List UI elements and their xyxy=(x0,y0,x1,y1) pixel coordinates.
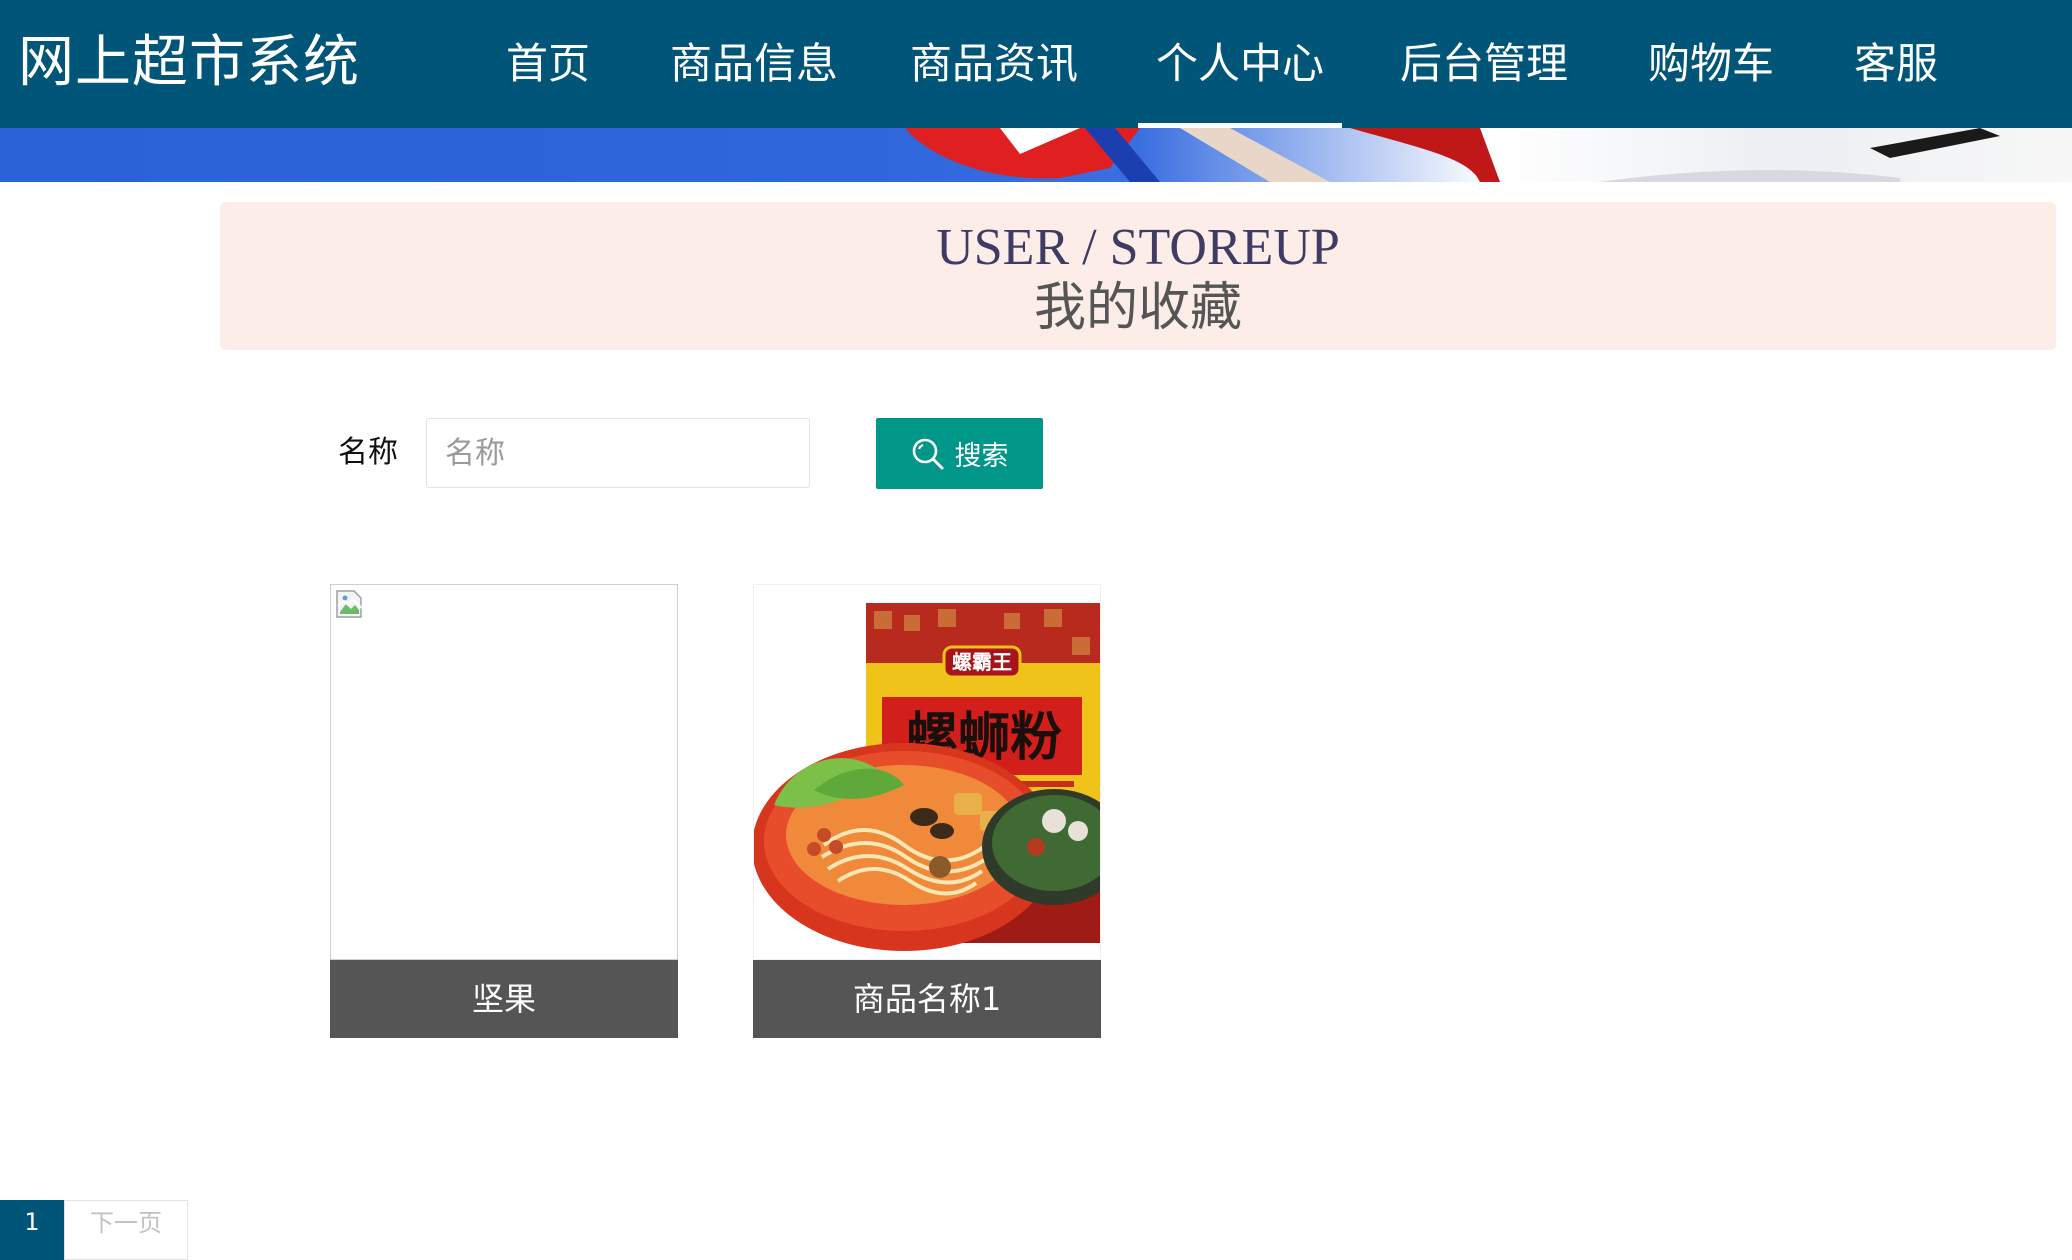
nav-item-service[interactable]: 客服 xyxy=(1854,0,1938,128)
nav-item-news[interactable]: 商品资讯 xyxy=(910,0,1078,128)
page-title: 我的收藏 xyxy=(1033,278,1242,338)
page-title-en: USER / STOREUP xyxy=(936,219,1340,276)
nav-item-cart[interactable]: 购物车 xyxy=(1648,0,1774,128)
banner-decoration xyxy=(905,128,2000,182)
product-image[interactable]: 螺霸王 螺蛳粉 xyxy=(753,584,1101,960)
search-input[interactable] xyxy=(426,418,810,488)
favorite-card[interactable]: 坚果 xyxy=(330,584,678,1038)
page-title-bar: USER / STOREUP 我的收藏 xyxy=(220,202,2056,350)
broken-image-icon xyxy=(336,590,363,618)
product-name: 商品名称1 xyxy=(753,960,1101,1038)
search-button-label: 搜索 xyxy=(954,441,1009,472)
nav-item-products[interactable]: 商品信息 xyxy=(670,0,838,128)
nav-item-user-center[interactable]: 个人中心 xyxy=(1137,0,1343,128)
pagination-next-button[interactable]: 下一页 xyxy=(64,1200,188,1260)
search-button[interactable]: 搜索 xyxy=(876,418,1043,489)
top-navbar: 网上超市系统 首页 商品信息 商品资讯 个人中心 后台管理 购物车 客服 xyxy=(0,0,2072,128)
product-image[interactable] xyxy=(330,584,678,960)
site-title: 网上超市系统 xyxy=(18,30,360,95)
search-label: 名称 xyxy=(338,435,398,470)
package-brand: 螺霸王 xyxy=(952,650,1012,674)
favorite-card[interactable]: 螺霸王 螺蛳粉 商品名称1 xyxy=(753,584,1101,1038)
product-name: 坚果 xyxy=(330,960,678,1038)
banner-image xyxy=(0,128,2072,182)
nav-item-admin[interactable]: 后台管理 xyxy=(1400,0,1568,128)
search-icon xyxy=(912,438,943,469)
nav-item-home[interactable]: 首页 xyxy=(506,0,590,128)
pagination-current-page[interactable]: 1 xyxy=(0,1200,64,1260)
product-photo: 螺霸王 螺蛳粉 xyxy=(754,603,1100,951)
